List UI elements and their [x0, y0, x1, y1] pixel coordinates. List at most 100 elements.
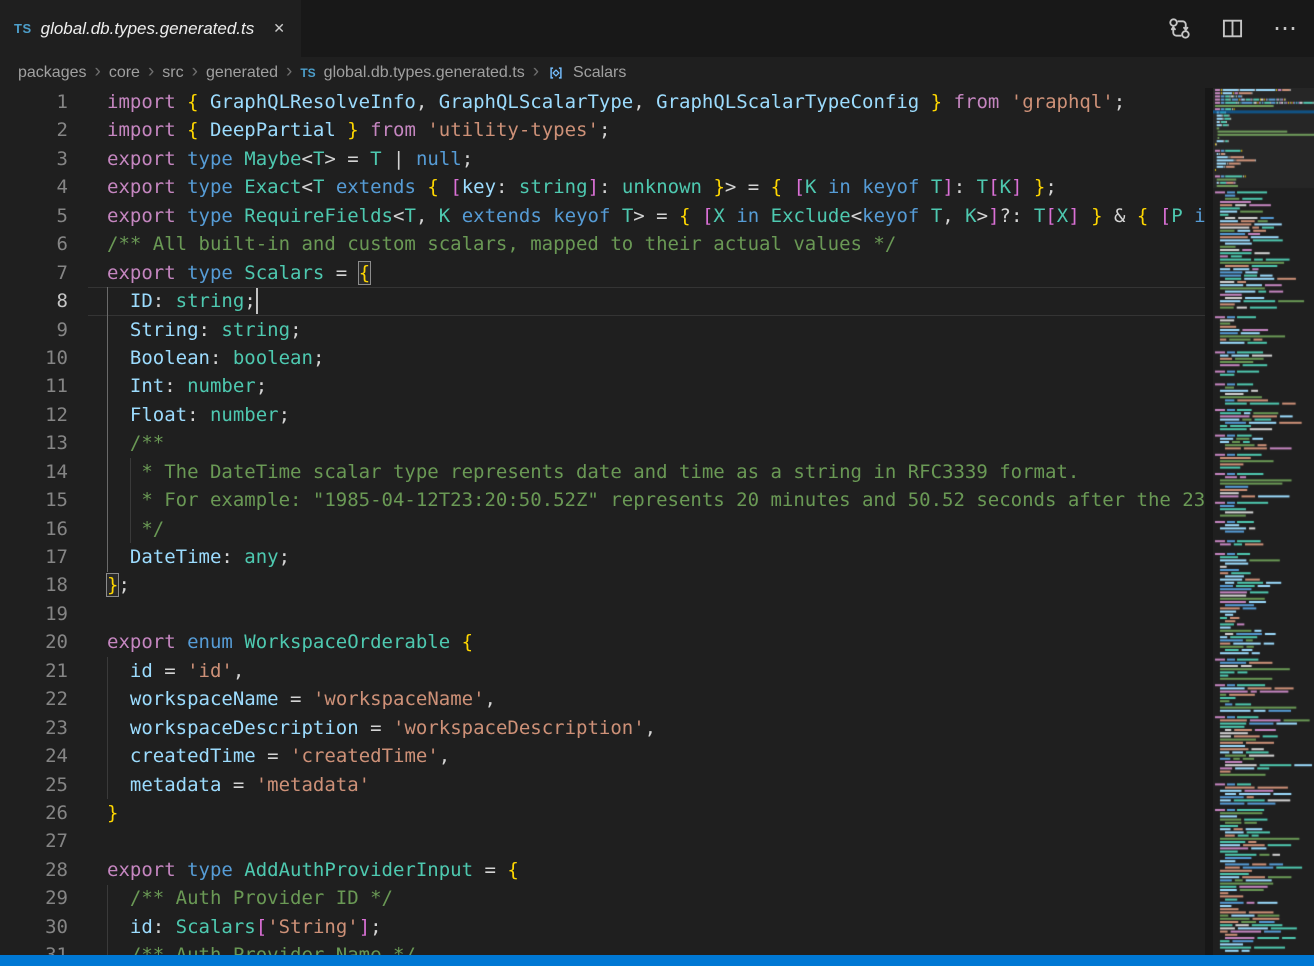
code-text: } [107, 799, 118, 827]
code-line[interactable]: 3 export type Maybe<T> = T | null; [0, 145, 1205, 173]
code-line[interactable]: 4export type Exact<T extends { [key: str… [0, 173, 1205, 201]
code-line[interactable]: 30 id: Scalars['String']; [0, 913, 1205, 941]
chevron-right-icon: › [286, 62, 292, 81]
code-line[interactable]: 1 import { GraphQLResolveInfo, GraphQLSca… [0, 88, 1205, 116]
scrollbar-gutter[interactable] [1205, 88, 1213, 955]
breadcrumb-item-core[interactable]: core [109, 64, 140, 82]
breadcrumb-item-src[interactable]: src [162, 64, 183, 82]
code-line[interactable]: 2import { DeepPartial } from 'utility-ty… [0, 116, 1205, 144]
chevron-right-icon: › [533, 62, 539, 81]
code-text: /** All built-in and custom scalars, map… [107, 230, 896, 258]
line-number: 17 [0, 543, 68, 571]
line-number: 6 [0, 230, 68, 258]
code-text: export type Scalars = { [107, 259, 370, 287]
code-text: id: Scalars['String']; [107, 913, 382, 941]
line-number: 27 [0, 827, 68, 855]
code-line[interactable]: 17 DateTime: any; [0, 543, 1205, 571]
code-text: /** Auth Provider ID */ [107, 884, 393, 912]
close-tab-icon[interactable]: ✕ [270, 18, 288, 39]
line-number: 25 [0, 771, 68, 799]
line-number: 8 [0, 287, 68, 315]
line-number: 18 [0, 571, 68, 599]
code-text: workspaceName = 'workspaceName', [107, 685, 496, 713]
line-number: 1 [0, 88, 68, 116]
line-number: 15 [0, 486, 68, 514]
chevron-right-icon: › [95, 62, 101, 81]
line-number: 10 [0, 344, 68, 372]
code-line[interactable]: 16 */ [0, 515, 1205, 543]
code-text: export type AddAuthProviderInput = { [107, 856, 519, 884]
code-line[interactable]: 25 metadata = 'metadata' [0, 771, 1205, 799]
line-number: 13 [0, 429, 68, 457]
code-text: String: string; [107, 316, 302, 344]
code-line[interactable]: 22 workspaceName = 'workspaceName', [0, 685, 1205, 713]
breadcrumb-item-symbol[interactable]: Scalars [573, 64, 626, 82]
code-text: id = 'id', [107, 657, 244, 685]
chevron-right-icon: › [192, 62, 198, 81]
tab-title: global.db.types.generated.ts [41, 19, 255, 39]
code-line[interactable]: 27 [0, 827, 1205, 855]
editor-tab-bar: TS global.db.types.generated.ts ✕ [0, 0, 1314, 57]
code-line[interactable]: 21 id = 'id', [0, 657, 1205, 685]
code-line[interactable]: 10 Boolean: boolean; [0, 344, 1205, 372]
code-line[interactable]: 24 createdTime = 'createdTime', [0, 742, 1205, 770]
code-line[interactable]: 6 /** All built-in and custom scalars, ma… [0, 230, 1205, 258]
code-line[interactable]: 26} [0, 799, 1205, 827]
line-number: 14 [0, 458, 68, 486]
line-number: 5 [0, 202, 68, 230]
typescript-file-icon: TS [14, 21, 32, 36]
line-number: 24 [0, 742, 68, 770]
code-text: workspaceDescription = 'workspaceDescrip… [107, 714, 656, 742]
breadcrumb: packages › core › src › generated › TS g… [0, 57, 1314, 88]
minimap[interactable] [1213, 88, 1314, 955]
breadcrumb-item-generated[interactable]: generated [206, 64, 278, 82]
code-text: export enum WorkspaceOrderable { [107, 628, 473, 656]
line-number: 11 [0, 372, 68, 400]
code-line[interactable]: 23 workspaceDescription = 'workspaceDesc… [0, 714, 1205, 742]
chevron-right-icon: › [148, 62, 154, 81]
code-line[interactable]: 14 * The DateTime scalar type represents… [0, 458, 1205, 486]
code-text: Int: number; [107, 372, 267, 400]
code-text: /** Auth Provider Name */ [107, 941, 416, 955]
code-line[interactable]: 12 Float: number; [0, 401, 1205, 429]
breadcrumb-item-file[interactable]: global.db.types.generated.ts [324, 64, 525, 82]
code-line[interactable]: 19 [0, 600, 1205, 628]
code-line[interactable]: 18}; [0, 571, 1205, 599]
code-line[interactable]: 7export type Scalars = { [0, 259, 1205, 287]
code-text: import { GraphQLResolveInfo, GraphQLScal… [107, 88, 1125, 116]
code-text: Boolean: boolean; [107, 344, 324, 372]
code-text: Float: number; [107, 401, 290, 429]
line-number: 12 [0, 401, 68, 429]
code-line[interactable]: 15 * For example: "1985-04-12T23:20:50.5… [0, 486, 1205, 514]
tab-global-db-types-generated[interactable]: TS global.db.types.generated.ts ✕ [0, 0, 301, 57]
line-number: 23 [0, 714, 68, 742]
typescript-file-icon: TS [300, 66, 315, 80]
code-editor[interactable]: 1 import { GraphQLResolveInfo, GraphQLSca… [0, 88, 1205, 955]
status-bar [0, 955, 1314, 966]
code-line[interactable]: 5export type RequireFields<T, K extends … [0, 202, 1205, 230]
code-text: * The DateTime scalar type represents da… [107, 458, 1079, 486]
open-changes-icon[interactable] [1166, 16, 1192, 42]
code-text: }; [107, 571, 130, 599]
line-number: 30 [0, 913, 68, 941]
breadcrumb-item-packages[interactable]: packages [18, 64, 87, 82]
code-line[interactable]: 28export type AddAuthProviderInput = { [0, 856, 1205, 884]
code-text: export type Exact<T extends { [key: stri… [107, 173, 1057, 201]
code-line[interactable]: 29 /** Auth Provider ID */ [0, 884, 1205, 912]
split-editor-icon[interactable] [1219, 16, 1245, 42]
code-line[interactable]: 20export enum WorkspaceOrderable { [0, 628, 1205, 656]
more-actions-icon[interactable]: ⋯ [1272, 16, 1298, 42]
line-number: 9 [0, 316, 68, 344]
code-text: import { DeepPartial } from 'utility-typ… [107, 116, 610, 144]
editor-actions: ⋯ [1166, 0, 1314, 57]
code-text: export type Maybe<T> = T | null; [107, 145, 473, 173]
code-line[interactable]: 8 ID: string; [0, 287, 1205, 315]
code-line[interactable]: 31 /** Auth Provider Name */ [0, 941, 1205, 955]
code-line[interactable]: 13 /** [0, 429, 1205, 457]
code-line[interactable]: 9 String: string; [0, 316, 1205, 344]
line-number: 26 [0, 799, 68, 827]
code-text: createdTime = 'createdTime', [107, 742, 450, 770]
code-text: /** [107, 429, 164, 457]
code-line[interactable]: 11 Int: number; [0, 372, 1205, 400]
line-number: 3 [0, 145, 68, 173]
